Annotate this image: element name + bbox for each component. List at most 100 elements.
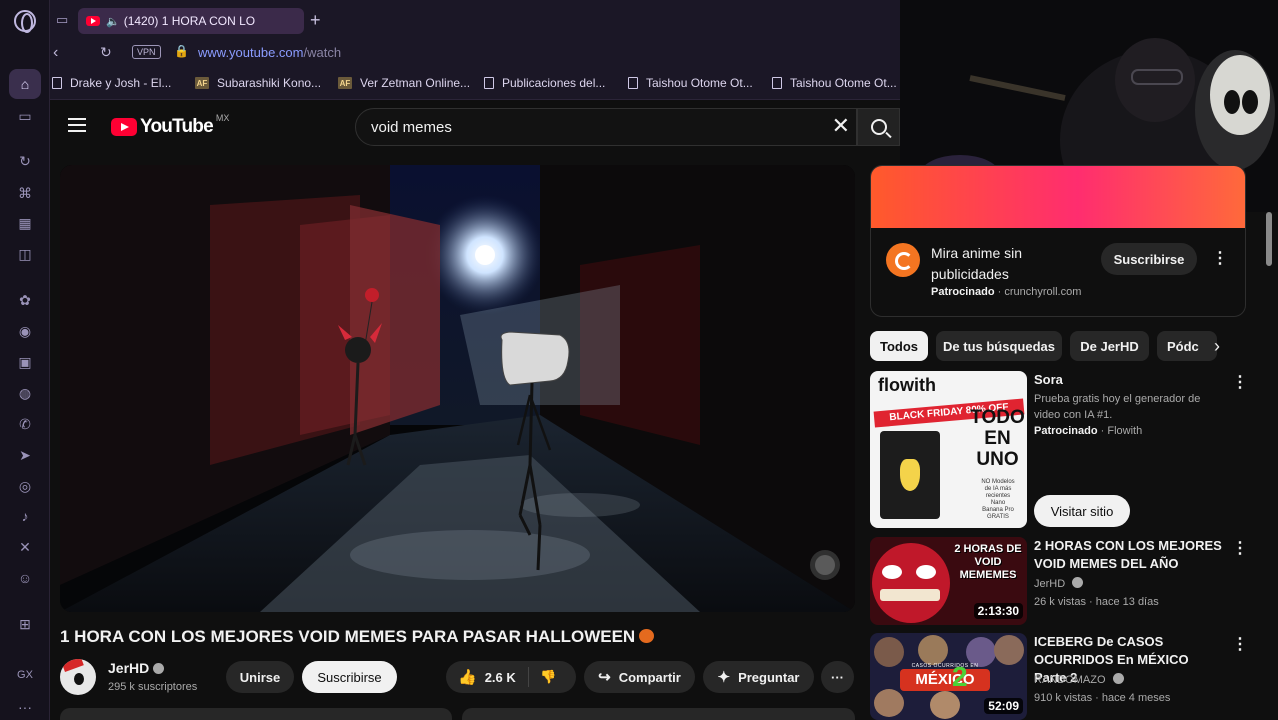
bookmark-label: Subarashiki Kono... bbox=[217, 76, 322, 90]
back-icon[interactable]: ‹ bbox=[53, 44, 58, 62]
verified-icon bbox=[1072, 577, 1084, 588]
whatsapp-icon[interactable]: ✆ bbox=[14, 413, 36, 435]
telegram-icon[interactable]: ➤ bbox=[14, 444, 36, 466]
chatgpt-icon[interactable]: ✿ bbox=[14, 289, 36, 311]
ad-subscribe-button[interactable]: Suscribirse bbox=[1101, 243, 1197, 275]
youtube-logo[interactable]: YouTube MX bbox=[111, 113, 229, 138]
gx-mods-icon[interactable]: ◫ bbox=[14, 243, 36, 265]
clear-search-icon[interactable]: ✕ bbox=[832, 115, 850, 137]
thumb-small-line: Banana Pro bbox=[982, 507, 1014, 513]
bookmark-item[interactable]: Drake y Josh - El... bbox=[52, 76, 171, 90]
sidebar-more-icon[interactable]: ··· bbox=[14, 696, 36, 718]
reload-icon[interactable]: ↻ bbox=[100, 44, 112, 61]
rec-channel[interactable]: RANDOMAZO bbox=[1034, 673, 1124, 686]
description-box[interactable] bbox=[60, 708, 452, 720]
af-icon: AF bbox=[195, 77, 209, 89]
channel-name[interactable]: JerHD bbox=[108, 660, 165, 676]
thumb-small-line: recientes bbox=[985, 493, 1011, 499]
like-icon[interactable]: 👍 bbox=[458, 668, 477, 686]
thumb-brand: flowith bbox=[878, 375, 936, 395]
chip-podcasts[interactable]: Pódc bbox=[1157, 331, 1217, 361]
bookmark-label: Taishou Otome Ot... bbox=[790, 76, 897, 90]
page-scrollbar[interactable] bbox=[1266, 212, 1272, 266]
bookmark-label: Publicaciones del... bbox=[502, 76, 606, 90]
rec-channel[interactable]: JerHD bbox=[1034, 577, 1084, 590]
menu-icon[interactable] bbox=[68, 118, 86, 132]
like-divider bbox=[528, 667, 529, 687]
bookmark-label: Drake y Josh - El... bbox=[70, 76, 172, 90]
rec-title[interactable]: Sora bbox=[1034, 371, 1224, 389]
thumb-small-line: NO Modelos bbox=[981, 479, 1015, 485]
recommendation-item[interactable]: CASOS OCURRIDOS EN MÉXICO 2 52:09 ICEBER… bbox=[870, 633, 1248, 720]
search-button[interactable] bbox=[857, 108, 900, 146]
join-button[interactable]: Unirse bbox=[226, 661, 294, 693]
video-title-text: 1 HORA CON LOS MEJORES VOID MEMES PARA P… bbox=[60, 627, 636, 646]
thumb-caption-main: MÉXICO bbox=[900, 669, 990, 691]
rec-more-icon[interactable]: ⋮ bbox=[1232, 541, 1248, 557]
bookmark-item[interactable]: Taishou Otome Ot... bbox=[628, 76, 753, 90]
video-thumbnail[interactable]: 2 HORAS DE VOID MEMEMES 2:13:30 bbox=[870, 537, 1027, 625]
workspace-icon[interactable]: ▭ bbox=[56, 12, 68, 28]
gallery-icon[interactable]: ▦ bbox=[14, 212, 36, 234]
pumpkin-emoji-icon bbox=[639, 629, 655, 643]
avatar[interactable] bbox=[60, 659, 96, 695]
bookmark-item[interactable]: AF Ver Zetman Online... bbox=[338, 76, 470, 90]
more-actions-button[interactable]: ··· bbox=[821, 661, 854, 693]
ad-title[interactable]: Mira anime sin publicidades bbox=[931, 243, 1091, 285]
thumb-big-text: TODO EN UNO bbox=[970, 407, 1025, 470]
messenger-icon[interactable]: ◍ bbox=[14, 382, 36, 404]
tab-youtube[interactable]: 🔈 (1420) 1 HORA CON LO bbox=[78, 8, 304, 34]
visit-site-button[interactable]: Visitar sitio bbox=[1034, 495, 1130, 527]
new-tab-button[interactable]: + bbox=[310, 10, 321, 31]
bookmark-item[interactable]: AF Subarashiki Kono... bbox=[195, 76, 321, 90]
video-thumbnail[interactable]: CASOS OCURRIDOS EN MÉXICO 2 52:09 bbox=[870, 633, 1027, 720]
recommendation-item[interactable]: flowith BLACK FRIDAY 80% OFF TODO EN UNO… bbox=[870, 371, 1248, 529]
gx-corner-icon[interactable]: ◉ bbox=[14, 320, 36, 342]
like-count[interactable]: 2.6 K bbox=[485, 670, 516, 685]
discord-icon[interactable]: ☺ bbox=[14, 567, 36, 589]
ad-more-icon[interactable]: ⋮ bbox=[1212, 251, 1228, 267]
ask-button[interactable]: ✦ Preguntar bbox=[703, 661, 814, 693]
x-icon[interactable]: ✕ bbox=[14, 536, 36, 558]
bookmark-item[interactable]: Publicaciones del... bbox=[484, 76, 605, 90]
video-player[interactable] bbox=[60, 165, 855, 612]
secondary-box[interactable] bbox=[462, 708, 855, 720]
gamepad-icon[interactable]: ▭ bbox=[14, 105, 36, 127]
rec-meta: Patrocinado · Flowith bbox=[1034, 425, 1143, 437]
thumb-face bbox=[874, 689, 904, 717]
sponsored-ad-card[interactable]: Mira anime sin publicidades Patrocinado … bbox=[870, 165, 1246, 317]
rec-title[interactable]: 2 HORAS CON LOS MEJORES VOID MEMES DEL A… bbox=[1034, 537, 1224, 573]
aria-icon[interactable]: ⌘ bbox=[14, 182, 36, 204]
subscribe-button[interactable]: Suscribirse bbox=[302, 661, 397, 693]
search-input[interactable]: void memes ✕ bbox=[355, 108, 857, 146]
rec-channel-name: RANDOMAZO bbox=[1034, 674, 1106, 686]
home-icon[interactable]: ⌂ bbox=[9, 69, 41, 99]
share-button[interactable]: ↪ Compartir bbox=[584, 661, 695, 693]
thumb-big-line: EN bbox=[984, 428, 1011, 449]
rec-more-icon[interactable]: ⋮ bbox=[1232, 375, 1248, 391]
instagram-icon[interactable]: ◎ bbox=[14, 475, 36, 497]
opera-logo-icon[interactable] bbox=[14, 10, 36, 33]
extensions-icon[interactable]: ⊞ bbox=[14, 613, 36, 635]
twitch-icon[interactable]: ▣ bbox=[14, 351, 36, 373]
rec-more-icon[interactable]: ⋮ bbox=[1232, 637, 1248, 653]
tiktok-icon[interactable]: ♪ bbox=[14, 505, 36, 527]
history-icon[interactable]: ↻ bbox=[14, 150, 36, 172]
speaker-icon[interactable]: 🔈 bbox=[106, 15, 120, 28]
verified-icon bbox=[153, 663, 165, 674]
url-field[interactable]: www.youtube.com/watch bbox=[198, 45, 341, 60]
thumb-caption-line: VOID MEMEMES bbox=[959, 556, 1017, 581]
chevron-right-icon[interactable]: › bbox=[1214, 336, 1220, 357]
dislike-icon[interactable]: 👎 bbox=[540, 669, 556, 685]
chip-de-tus-busquedas[interactable]: De tus búsquedas bbox=[936, 331, 1062, 361]
lock-icon[interactable]: 🔒 bbox=[174, 44, 189, 58]
recommendation-item[interactable]: 2 HORAS DE VOID MEMEMES 2:13:30 2 HORAS … bbox=[870, 537, 1248, 625]
url-path: /watch bbox=[303, 45, 342, 60]
chip-todos[interactable]: Todos bbox=[870, 331, 928, 361]
flowith-thumbnail[interactable]: flowith BLACK FRIDAY 80% OFF TODO EN UNO… bbox=[870, 371, 1027, 528]
vpn-badge[interactable]: VPN bbox=[132, 45, 161, 59]
rec-meta: 910 k vistas · hace 4 meses bbox=[1034, 692, 1171, 704]
chip-de-jerhd[interactable]: De JerHD bbox=[1070, 331, 1149, 361]
bookmark-item[interactable]: Taishou Otome Ot... bbox=[772, 76, 897, 90]
gx-label[interactable]: GX bbox=[14, 664, 36, 686]
